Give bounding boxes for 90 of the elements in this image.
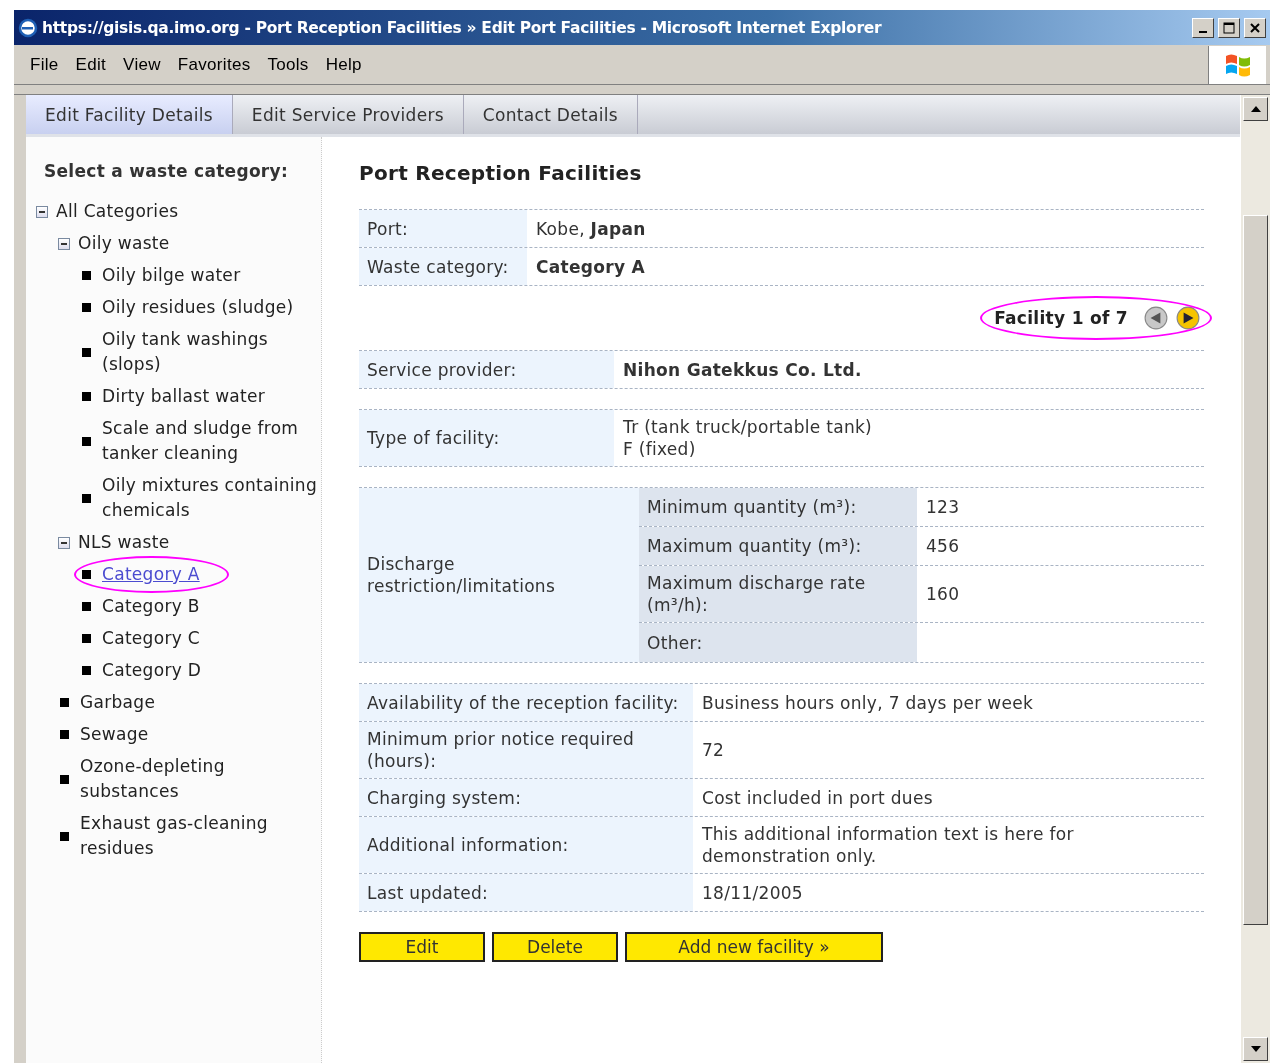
tree-item[interactable]: Scale and sludge from tanker cleaning [102, 416, 321, 466]
tree-item[interactable]: Garbage [80, 690, 156, 715]
bullet-icon [82, 602, 91, 611]
field-value: Category A [536, 255, 645, 278]
bullet-icon [82, 436, 91, 446]
bullet-icon [60, 774, 69, 784]
field-label: Type of facility: [359, 410, 614, 466]
tree-item[interactable]: Oily tank washings (slops) [102, 327, 321, 377]
scrollbar[interactable] [1240, 95, 1270, 1063]
menu-item[interactable]: Help [321, 54, 375, 75]
scroll-down-button[interactable] [1243, 1037, 1268, 1061]
bullet-icon [60, 730, 69, 739]
field-label: Discharge restriction/limitations [359, 488, 639, 662]
tree-item[interactable]: Sewage [80, 722, 149, 747]
tree-item[interactable]: Category D [102, 658, 202, 683]
up-arrow-icon [1250, 106, 1261, 112]
tab[interactable]: Edit Service Providers [232, 95, 464, 134]
field-label: Waste category: [359, 248, 527, 285]
field-value: Kobe, Japan [536, 217, 646, 240]
tree-item[interactable]: Oily waste [78, 231, 170, 256]
close-icon [1249, 21, 1261, 34]
field-label: Minimum prior notice required (hours): [359, 722, 693, 778]
field-value: 123 [925, 496, 961, 519]
tree-item[interactable]: Oily residues (sludge) [102, 295, 294, 320]
bullet-icon [82, 271, 91, 280]
minimize-button[interactable] [1192, 17, 1214, 38]
field-value: Business hours only, 7 days per week [702, 691, 1034, 714]
minimize-icon [1199, 30, 1207, 33]
field-label: Port: [359, 210, 527, 247]
tab[interactable]: Edit Facility Details [26, 95, 233, 134]
field-value: This additional information text is here for demonstration only. [702, 823, 1075, 867]
action-button[interactable]: Edit [359, 932, 485, 962]
field-label: Last updated: [359, 874, 693, 911]
bullet-icon [60, 831, 69, 841]
field-label: Maximum quantity (m³): [639, 527, 917, 565]
tree-item[interactable]: Oily mixtures containing chemicals [102, 473, 321, 523]
action-button[interactable]: Delete [492, 932, 618, 962]
menu-item[interactable]: File [26, 54, 72, 75]
action-button[interactable]: Add new facility » [625, 932, 883, 962]
tree-item[interactable]: Category A [102, 562, 200, 587]
field-value: Cost included in port dues [702, 786, 933, 809]
bullet-icon [82, 570, 91, 579]
tab[interactable]: Contact Details [463, 95, 638, 134]
field-label: Availability of the reception facility: [359, 684, 693, 721]
close-button[interactable] [1244, 17, 1266, 38]
browser-icon [18, 17, 38, 38]
next-icon[interactable] [1176, 306, 1200, 330]
field-value: 72 [702, 739, 725, 761]
pager-text: Facility 1 of 7 [994, 308, 1128, 328]
sidebar-heading: Select a waste category: [44, 161, 290, 181]
bullet-icon [60, 698, 69, 707]
scroll-thumb[interactable] [1243, 215, 1268, 925]
field-label: Minimum quantity (m³): [639, 488, 917, 526]
collapse-icon[interactable] [36, 205, 48, 218]
bullet-icon [82, 634, 91, 643]
bullet-icon [82, 347, 91, 357]
field-value: 456 [925, 535, 961, 558]
field-label: Charging system: [359, 779, 693, 816]
bullet-icon [82, 493, 91, 503]
menu-item[interactable]: Favorites [173, 54, 264, 75]
tree-item[interactable]: All Categories [56, 199, 179, 224]
menu-item[interactable]: Tools [263, 54, 322, 75]
field-label: Additional information: [359, 817, 693, 873]
field-label: Service provider: [359, 351, 614, 388]
tree-item[interactable]: Exhaust gas-cleaning residues [80, 811, 321, 861]
menu-item[interactable]: View [119, 54, 174, 75]
tree-item[interactable]: Dirty ballast water [102, 384, 266, 409]
bullet-icon [82, 303, 91, 312]
page-title: Port Reception Facilities [359, 161, 643, 185]
window-title: https://gisis.qa.imo.org - Port Reception Facilities » Edit Port Facilities - Microsoft Internet Explorer [42, 18, 883, 37]
collapse-icon[interactable] [58, 237, 70, 250]
down-arrow-icon [1250, 1046, 1261, 1052]
maximize-icon [1223, 21, 1235, 34]
maximize-button[interactable] [1218, 17, 1240, 38]
field-value: Nihon Gatekkus Co. Ltd. [623, 358, 862, 381]
scroll-up-button[interactable] [1243, 97, 1268, 121]
field-label: Maximum discharge rate (m³/h): [639, 566, 917, 622]
tree-item[interactable]: Category C [102, 626, 200, 651]
tree-item[interactable]: Oily bilge water [102, 263, 241, 288]
tree-item[interactable]: NLS waste [78, 530, 170, 555]
field-label: Other: [639, 623, 917, 662]
field-value: 160 [925, 583, 961, 606]
field-value: Tr (tank truck/portable tank) F (fixed) [623, 416, 873, 460]
tree-item[interactable]: Ozone-depleting substances [80, 754, 321, 804]
field-value: 18/11/2005 [702, 881, 803, 904]
tree-item[interactable]: Category B [102, 594, 200, 619]
collapse-icon[interactable] [58, 536, 70, 549]
bullet-icon [82, 392, 91, 401]
menu-item[interactable]: Edit [71, 54, 120, 75]
bullet-icon [82, 666, 91, 675]
